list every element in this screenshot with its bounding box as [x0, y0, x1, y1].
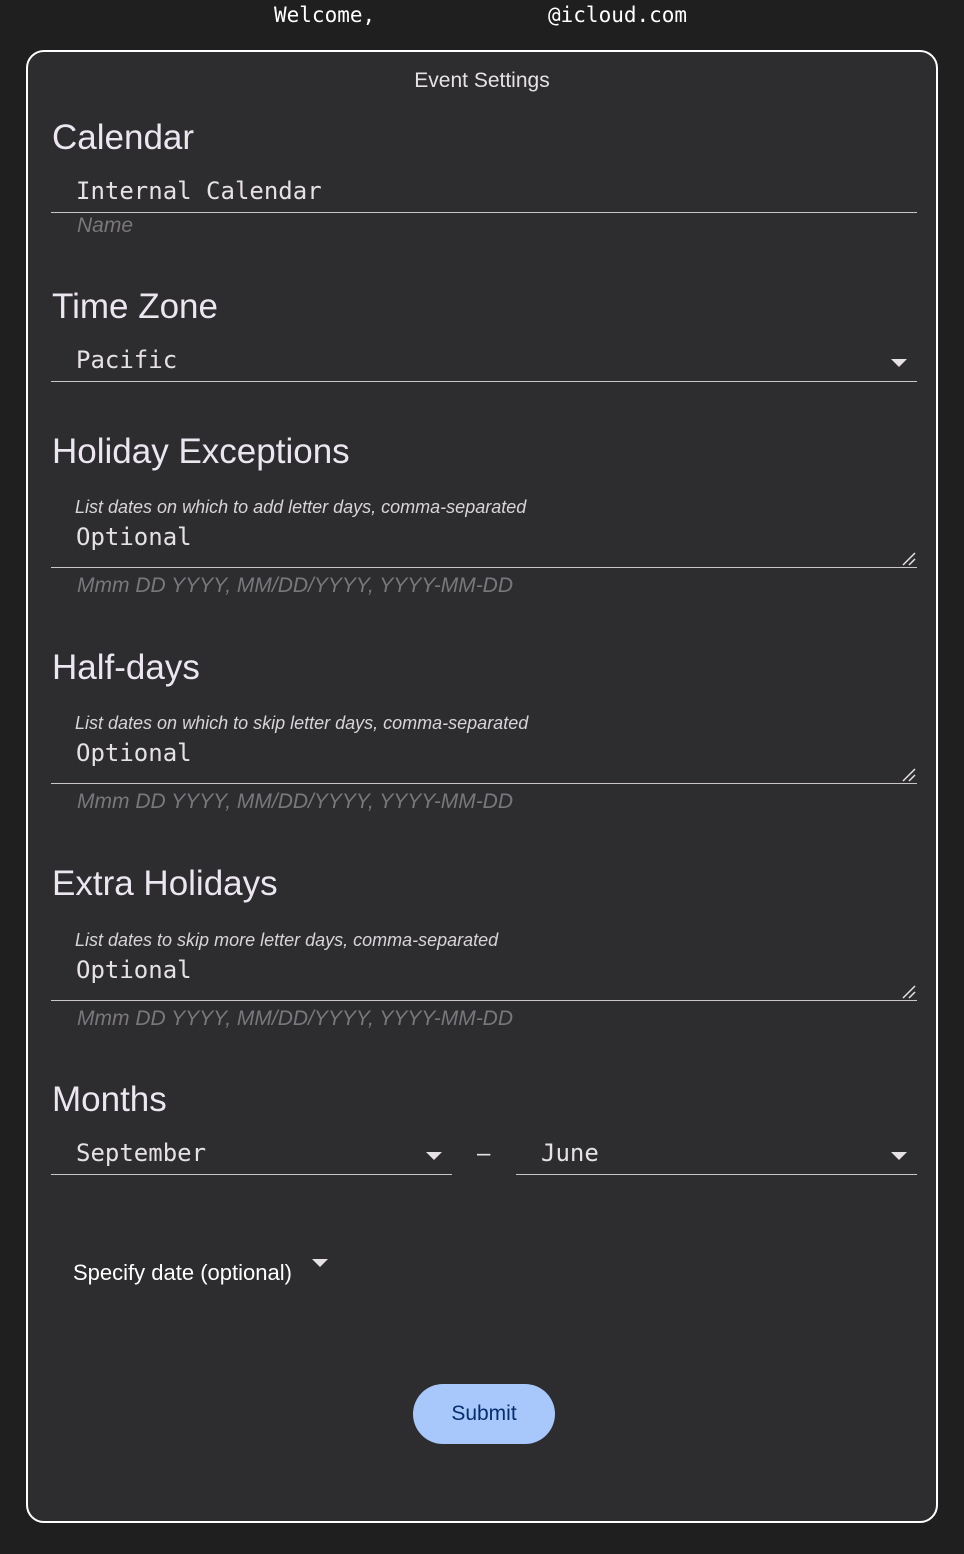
holiday-exceptions-textarea[interactable]: List dates on which to add letter days, … — [51, 491, 917, 568]
specify-date-label: Specify date (optional) — [73, 1260, 292, 1285]
end-month-select[interactable]: June — [516, 1132, 917, 1175]
months-heading: Months — [52, 1080, 167, 1119]
holiday-exceptions-helper: Mmm DD YYYY, MM/DD/YYYY, YYYY-MM-DD — [77, 574, 514, 597]
timezone-selected-value: Pacific — [76, 346, 178, 374]
extra-holidays-helper: Mmm DD YYYY, MM/DD/YYYY, YYYY-MM-DD — [77, 1007, 514, 1030]
start-month-select[interactable]: September — [51, 1132, 452, 1175]
welcome-label: Welcome, — [274, 3, 376, 27]
extra-holidays-heading: Extra Holidays — [52, 864, 278, 903]
chevron-down-icon — [312, 1259, 328, 1267]
calendar-name-value: Internal Calendar — [76, 177, 322, 205]
chevron-down-icon — [891, 1152, 907, 1160]
resize-handle-icon[interactable] — [902, 552, 916, 566]
calendar-name-field[interactable]: Internal Calendar — [51, 170, 917, 213]
timezone-heading: Time Zone — [52, 287, 218, 326]
resize-handle-icon[interactable] — [902, 985, 916, 999]
half-days-label: List dates on which to skip letter days,… — [75, 713, 529, 733]
extra-holidays-textarea[interactable]: List dates to skip more letter days, com… — [51, 924, 917, 1001]
specify-date-toggle[interactable]: Specify date (optional) — [73, 1259, 328, 1286]
start-month-value: September — [76, 1139, 207, 1167]
extra-holidays-placeholder: Optional — [76, 956, 192, 984]
chevron-down-icon — [891, 359, 907, 367]
half-days-placeholder: Optional — [76, 739, 192, 767]
holiday-exceptions-heading: Holiday Exceptions — [52, 432, 350, 471]
half-days-heading: Half-days — [52, 648, 200, 687]
welcome-bar: Welcome, @icloud.com — [0, 3, 964, 31]
end-month-value: June — [541, 1139, 599, 1167]
card-title: Event Settings — [414, 69, 550, 92]
chevron-down-icon — [426, 1152, 442, 1160]
calendar-heading: Calendar — [52, 118, 195, 157]
event-settings-card: Event Settings Calendar Internal Calenda… — [26, 50, 938, 1523]
holiday-exceptions-label: List dates on which to add letter days, … — [75, 497, 527, 517]
user-email: @icloud.com — [548, 3, 688, 27]
half-days-textarea[interactable]: List dates on which to skip letter days,… — [51, 707, 917, 784]
extra-holidays-label: List dates to skip more letter days, com… — [75, 930, 499, 950]
month-range-separator: – — [477, 1140, 491, 1167]
calendar-name-helper: Name — [77, 214, 134, 237]
resize-handle-icon[interactable] — [902, 768, 916, 782]
half-days-helper: Mmm DD YYYY, MM/DD/YYYY, YYYY-MM-DD — [77, 790, 514, 813]
holiday-exceptions-placeholder: Optional — [76, 523, 192, 551]
submit-button[interactable]: Submit — [413, 1384, 555, 1444]
timezone-select[interactable]: Pacific — [51, 339, 917, 382]
